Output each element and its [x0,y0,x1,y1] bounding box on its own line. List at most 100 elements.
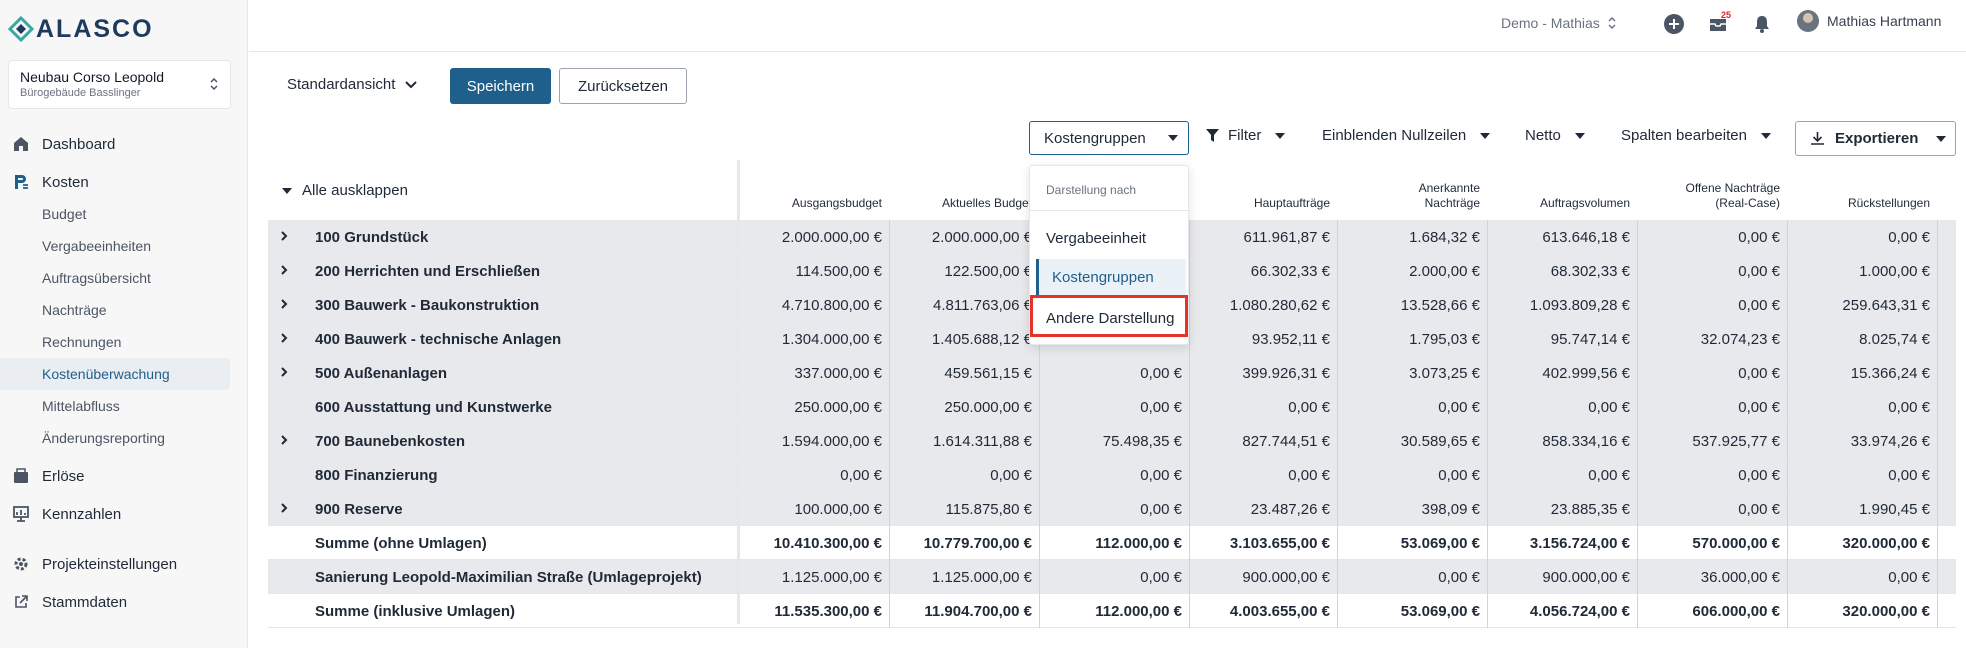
cell-divider [1337,288,1338,322]
cell-divider [889,322,890,356]
user-menu[interactable]: Mathias Hartmann [1797,10,1941,32]
sidebar-item-projekteinstellungen[interactable]: Projekteinstellungen [0,548,248,580]
up-down-chevron-icon [210,77,218,91]
table-cell: 0,00 € [1140,569,1182,586]
table-cell: 259.643,31 € [1842,297,1930,314]
table-row[interactable]: 700 Baunebenkosten 1.594.000,00 € 1.614.31… [268,424,1956,458]
table-cell: 606.000,00 € [1692,603,1780,620]
cell-divider [1937,492,1938,526]
caret-down-icon [1936,135,1947,142]
home-icon [14,137,28,151]
sidebar-item-kennzahlen[interactable]: Kennzahlen [0,498,248,530]
table-cell: 1.405.688,12 € [931,331,1032,348]
column-header[interactable]: Offene Nachträge (Real-Case) [1640,160,1780,220]
table-row[interactable]: 900 Reserve 100.000,00 € 115.875,80 € 0,00 … [268,492,1956,526]
table-row: 600 Ausstattung und Kunstwerke 250.000,00… [268,390,1956,424]
cell-divider [1937,458,1938,492]
cell-divider [1337,220,1338,254]
grouping-dropdown[interactable]: Kostengruppen [1029,121,1189,155]
cell-divider [1487,390,1488,424]
cell-divider [1487,220,1488,254]
caret-down-icon [282,187,292,194]
chevron-right-icon[interactable] [279,264,289,276]
table-cell: 1.304.000,00 € [781,331,882,348]
netto-dropdown[interactable]: Netto [1525,127,1585,144]
sidebar-subitem-aenderungsreporting[interactable]: Änderungsreporting [0,422,248,454]
column-header[interactable]: Aktuelles Budget [892,160,1032,220]
cell-divider [1487,560,1488,594]
table-cell: 1.125.000,00 € [781,569,882,586]
export-button[interactable]: Exportieren [1795,121,1956,156]
chevron-right-icon[interactable] [279,298,289,310]
cell-divider [889,560,890,594]
table-cell: 53.069,00 € [1400,535,1480,552]
column-header-label: Aktuelles Budget [942,196,1032,211]
cell-divider [1039,458,1040,492]
sidebar-subitem-vergabeeinheiten[interactable]: Vergabeeinheiten [0,230,248,262]
column-header[interactable]: Anerkannte Nachträge [1340,160,1480,220]
save-button[interactable]: Speichern [450,68,551,104]
filter-button[interactable]: Filter [1205,127,1286,144]
cell-divider [1787,560,1788,594]
view-selector[interactable]: Standardansicht [287,76,418,93]
cell-divider [1937,254,1938,288]
chevron-right-icon[interactable] [279,502,289,514]
expand-all-toggle[interactable]: Alle ausklappen [282,182,408,199]
table-cell: 3.156.724,00 € [1529,535,1630,552]
table-cell: 8.025,74 € [1859,331,1930,348]
avatar [1797,10,1819,32]
table-cell: 11.535.300,00 € [774,603,882,620]
nullrows-dropdown[interactable]: Einblenden Nullzeilen [1322,127,1491,144]
cell-divider [1637,526,1638,560]
reset-button[interactable]: Zurücksetzen [559,68,687,104]
bell-icon[interactable] [1751,13,1773,35]
table-cell: 900.000,00 € [1242,569,1330,586]
table-cell: 2.000.000,00 € [781,229,882,246]
cell-divider [889,526,890,560]
sidebar-item-stammdaten[interactable]: Stammdaten [0,586,248,618]
cell-divider [1637,390,1638,424]
chevron-right-icon[interactable] [279,332,289,344]
sidebar-subitem-nachtraege[interactable]: Nachträge [0,294,248,326]
cell-divider [1937,390,1938,424]
sidebar-subitem-auftragsuebersicht[interactable]: Auftragsübersicht [0,262,248,294]
menu-item-kostengruppen[interactable]: Kostengruppen [1036,259,1186,295]
project-selector[interactable]: Neubau Corso Leopold Bürogebäude Basslin… [8,60,231,109]
sidebar-item-erloese[interactable]: Erlöse [0,460,248,492]
cell-divider [889,424,890,458]
sidebar-subitem-kostenueberwachung[interactable]: Kostenüberwachung [0,358,230,390]
column-header[interactable]: Ausgangsbudget [742,160,882,220]
add-circle-icon[interactable] [1663,13,1685,35]
table-cell: 0,00 € [1888,467,1930,484]
chevron-right-icon[interactable] [279,366,289,378]
sidebar-item-dashboard[interactable]: Dashboard [0,128,248,160]
highlight-box [1030,295,1188,337]
row-label: 200 Herrichten und Erschließen [315,263,541,280]
chevron-right-icon[interactable] [279,434,289,446]
sidebar-subitem-mittelabfluss[interactable]: Mittelabfluss [0,390,248,422]
cell-divider [1787,220,1788,254]
sidebar-item-kosten[interactable]: Kosten [0,166,248,198]
table-row[interactable]: 500 Außenanlagen 337.000,00 € 459.561,15 €… [268,356,1956,390]
project-subtitle: Bürogebäude Basslinger [20,87,141,99]
edit-columns-dropdown[interactable]: Spalten bearbeiten [1621,127,1771,144]
workspace-selector[interactable]: Demo - Mathias [1501,15,1616,31]
cell-divider [1189,390,1190,424]
menu-item-vergabeeinheit[interactable]: Vergabeeinheit [1030,220,1190,256]
cell-divider [889,390,890,424]
column-header[interactable]: Auftragsvolumen [1490,160,1630,220]
table-cell: 3.103.655,00 € [1229,535,1330,552]
chevron-right-icon[interactable] [279,230,289,242]
sidebar-subitem-rechnungen[interactable]: Rechnungen [0,326,248,358]
cell-divider [1787,254,1788,288]
column-header[interactable]: Hauptaufträge [1190,160,1330,220]
cell-divider [1787,356,1788,390]
row-label: 100 Grundstück [315,229,429,246]
column-header-line: Nachträge [1424,196,1480,210]
alasco-logo[interactable]: ALASCO [8,15,154,43]
column-header[interactable]: Rückstellungen [1790,160,1930,220]
sidebar-subitem-budget[interactable]: Budget [0,198,248,230]
cell-divider [1189,424,1190,458]
up-down-chevron-icon [1608,16,1616,30]
topbar: Demo - Mathias 25 Mathias Hartmann [249,0,1966,52]
